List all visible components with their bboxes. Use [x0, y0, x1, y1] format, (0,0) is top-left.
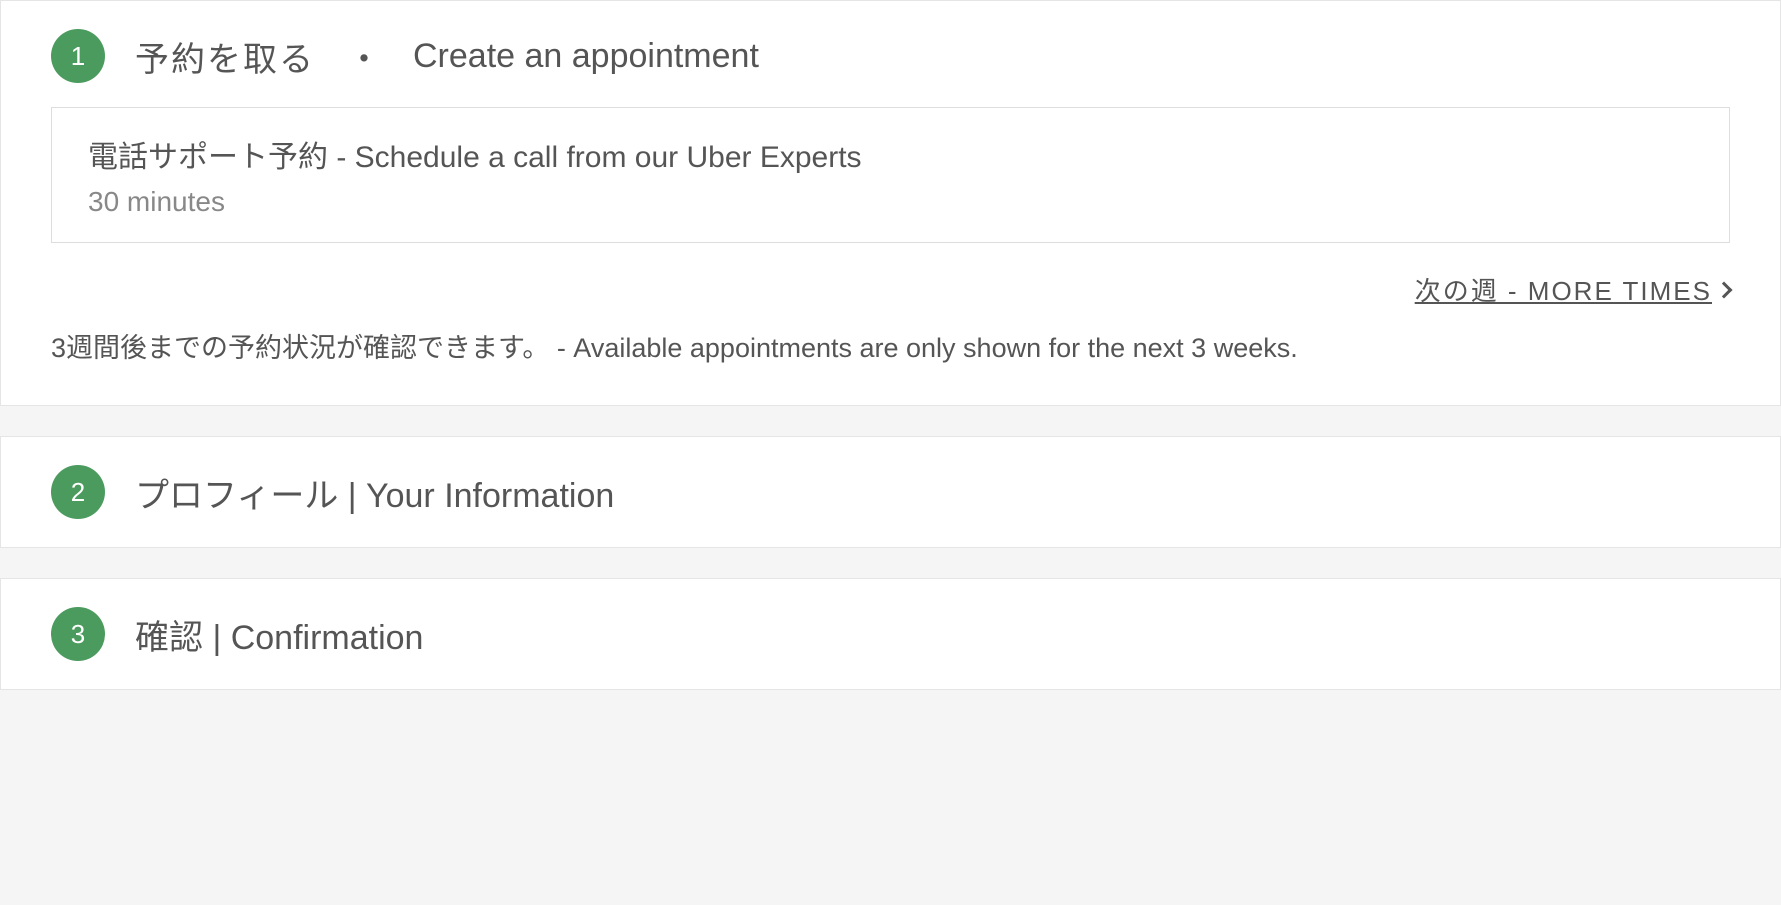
more-times-link[interactable]: 次の週 - MORE TIMES	[1415, 271, 1730, 308]
step-1-badge: 1	[51, 29, 105, 83]
step-3-header: 3 確認 | Confirmation	[1, 579, 1780, 689]
step-2-badge: 2	[51, 465, 105, 519]
step-1-number: 1	[71, 41, 85, 72]
step-1-title-jp: 予約を取る	[135, 32, 315, 81]
step-panel-1: 1 予約を取る ・ Create an appointment 電話サポート予約…	[0, 0, 1781, 406]
step-1-title-separator: ・	[347, 32, 381, 81]
step-1-title: 予約を取る ・ Create an appointment	[135, 32, 759, 81]
step-3-title-text: 確認 | Confirmation	[135, 610, 423, 659]
step-2-header: 2 プロフィール | Your Information	[1, 437, 1780, 547]
appointment-duration: 30 minutes	[88, 186, 1693, 218]
appointment-title: 電話サポート予約 - Schedule a call from our Uber…	[88, 132, 1693, 176]
step-1-title-en: Create an appointment	[413, 37, 759, 76]
chevron-right-icon	[1716, 281, 1733, 298]
step-panel-2[interactable]: 2 プロフィール | Your Information	[0, 436, 1781, 548]
step-2-number: 2	[71, 477, 85, 508]
step-2-title: プロフィール | Your Information	[135, 468, 614, 517]
step-2-title-text: プロフィール | Your Information	[135, 468, 614, 517]
appointment-type-card[interactable]: 電話サポート予約 - Schedule a call from our Uber…	[51, 107, 1730, 243]
more-times-label: 次の週 - MORE TIMES	[1415, 271, 1712, 308]
more-times-row: 次の週 - MORE TIMES	[51, 271, 1730, 308]
step-1-header: 1 予約を取る ・ Create an appointment	[1, 1, 1780, 107]
step-panel-3[interactable]: 3 確認 | Confirmation	[0, 578, 1781, 690]
step-3-number: 3	[71, 619, 85, 650]
step-1-content: 電話サポート予約 - Schedule a call from our Uber…	[1, 107, 1780, 405]
availability-note: 3週間後までの予約状況が確認できます。 - Available appointm…	[51, 326, 1730, 365]
step-3-badge: 3	[51, 607, 105, 661]
step-3-title: 確認 | Confirmation	[135, 610, 423, 659]
